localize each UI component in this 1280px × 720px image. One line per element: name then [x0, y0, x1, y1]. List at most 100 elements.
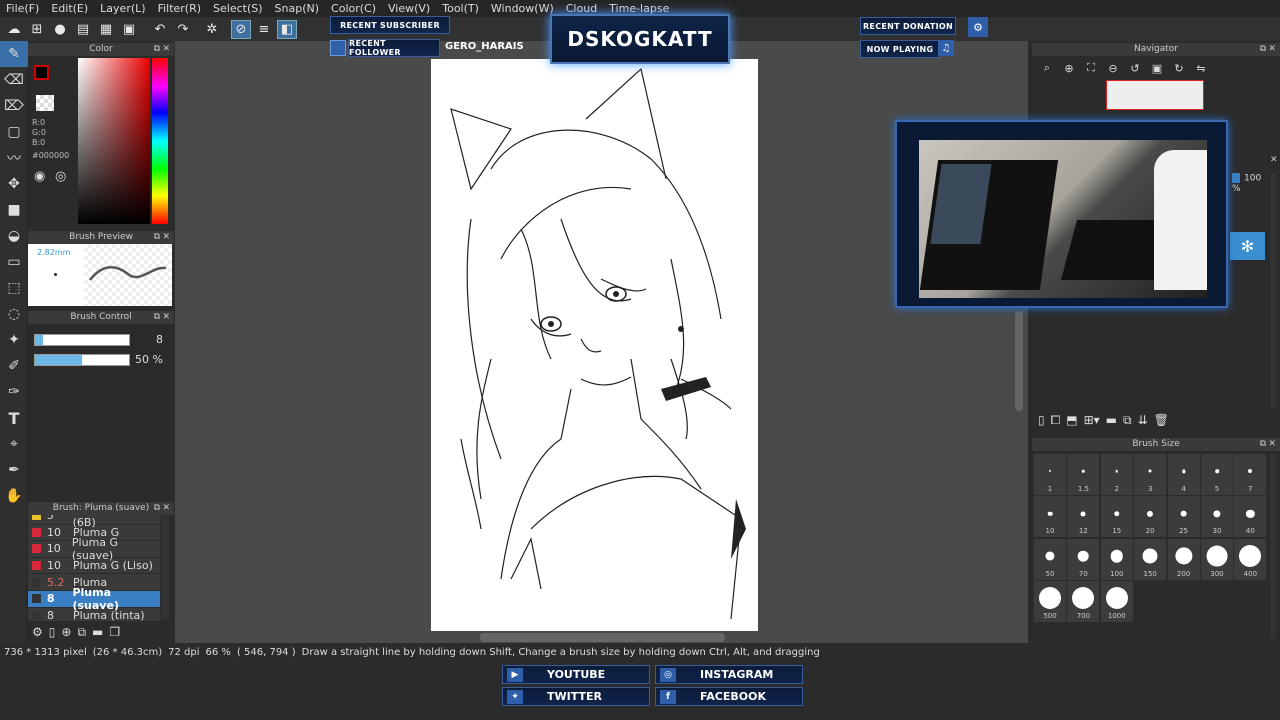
gear-icon[interactable]: ⚙ — [32, 625, 43, 639]
brush-size-cell[interactable]: 2 — [1100, 454, 1133, 495]
undo-icon[interactable]: ↶ — [150, 20, 170, 39]
float-icon[interactable]: ⧉ — [1260, 43, 1266, 56]
pen-tool-icon[interactable]: ✎ — [0, 41, 28, 67]
add-brush-icon[interactable]: ⊕ — [61, 625, 71, 639]
menu-file[interactable]: File(F) — [0, 2, 45, 15]
close-icon[interactable]: ✕ — [1270, 155, 1278, 165]
fit-icon[interactable]: ⛶ — [1082, 59, 1100, 77]
rectangle-tool-icon[interactable]: ▢ — [0, 119, 28, 145]
brush-size-cell[interactable]: 1 — [1034, 454, 1066, 495]
move-tool-icon[interactable]: ✥ — [0, 171, 28, 197]
brush-size-cell[interactable]: 20 — [1134, 496, 1167, 538]
lasso-icon[interactable]: ◌ — [0, 301, 28, 327]
brush-size-cell[interactable]: 150 — [1134, 538, 1167, 580]
list-item[interactable]: 5Portaminas (6B) — [28, 515, 160, 529]
grid-icon[interactable]: ▦ — [96, 20, 116, 39]
layer-gear-icon[interactable]: ✻ — [1230, 232, 1265, 260]
zoom-out-icon[interactable]: ⊖ — [1104, 59, 1122, 77]
snap-off-icon[interactable]: ⊘ — [231, 19, 251, 39]
horizontal-scrollbar[interactable] — [480, 633, 725, 642]
eyedropper-icon[interactable]: ✒ — [0, 457, 28, 483]
list-item[interactable]: 10 Pluma G (Liso) — [28, 557, 160, 575]
close-icon[interactable]: ✕ — [162, 231, 170, 244]
saturation-value-picker[interactable] — [78, 58, 150, 224]
brush-size-slider[interactable] — [34, 334, 130, 346]
brush-size-cell[interactable]: 1.5 — [1067, 454, 1100, 495]
brush-opacity-slider[interactable] — [34, 354, 130, 366]
float-icon[interactable]: ⧉ — [154, 231, 160, 244]
brush-size-cell[interactable]: 300 — [1200, 538, 1233, 580]
layer-opacity[interactable]: 100 % — [1232, 173, 1272, 194]
zoom-in-icon[interactable]: ⊕ — [1060, 59, 1078, 77]
dot-eraser-icon[interactable]: ⌦ — [0, 93, 28, 119]
menu-select[interactable]: Select(S) — [207, 2, 269, 15]
hue-slider[interactable] — [152, 58, 168, 224]
float-icon[interactable]: ⧉ — [154, 43, 160, 56]
brush-size-cell[interactable]: 5 — [1200, 454, 1233, 495]
select-eraser-icon[interactable]: ✑ — [0, 379, 28, 405]
brush-size-cell[interactable]: 10 — [1034, 496, 1066, 538]
palette-edit-icon[interactable]: ◎ — [55, 169, 66, 184]
float-icon[interactable]: ⧉ — [1260, 438, 1266, 451]
close-icon[interactable]: ✕ — [162, 502, 170, 515]
bucket-tool-icon[interactable]: ◒ — [0, 223, 28, 249]
new-layer-icon[interactable]: ▯ — [1038, 413, 1045, 427]
brush-tool-icon[interactable]: 〰 — [0, 145, 28, 171]
menu-edit[interactable]: Edit(E) — [45, 2, 94, 15]
deselect-icon[interactable]: ✲ — [202, 20, 222, 39]
float-icon[interactable]: ⧉ — [154, 502, 160, 515]
transform-icon[interactable]: ▣ — [119, 20, 139, 39]
brush-size-cell[interactable]: 1000 — [1100, 581, 1133, 623]
text-tool-icon[interactable]: T — [0, 405, 28, 431]
brush-size-cell[interactable]: 40 — [1234, 496, 1267, 538]
background-swatch[interactable] — [36, 95, 54, 111]
brush-size-cell[interactable]: 70 — [1067, 538, 1100, 580]
folder-icon[interactable]: ▬ — [1106, 413, 1117, 427]
select-rect-icon[interactable]: ⬚ — [0, 275, 28, 301]
flip-icon[interactable]: ⇋ — [1192, 59, 1210, 77]
delete-layer-icon[interactable]: 🗑 — [1154, 413, 1169, 427]
duplicate-icon[interactable]: ❐ — [109, 625, 120, 639]
brush-size-scrollbar[interactable] — [1270, 454, 1276, 639]
list-item[interactable]: 8 Pluma (tinta) — [28, 607, 160, 621]
layout-icon[interactable]: ▤ — [73, 20, 93, 39]
list-item-selected[interactable]: 8 Pluma (suave) — [28, 586, 160, 612]
select-pen-icon[interactable]: ✐ — [0, 353, 28, 379]
foreground-swatch[interactable] — [34, 65, 49, 80]
brush-size-cell[interactable]: 200 — [1167, 538, 1200, 580]
brush-size-cell[interactable]: 500 — [1034, 581, 1066, 623]
float-icon[interactable]: ⧉ — [154, 311, 160, 324]
brush-size-cell[interactable]: 100 — [1100, 538, 1133, 580]
cloud-icon[interactable]: ☁ — [4, 20, 24, 39]
zoom-icon[interactable]: ⌕ — [1038, 59, 1056, 77]
gradient-tool-icon[interactable]: ▭ — [0, 249, 28, 275]
snap-user-icon[interactable]: ◧ — [277, 19, 297, 39]
folder-icon[interactable]: ▬ — [92, 625, 103, 639]
new-layer-copy-icon[interactable]: ⧠ — [1051, 413, 1061, 428]
snap-parallel-icon[interactable]: ≡ — [254, 20, 274, 39]
palette-icon[interactable]: ◉ — [34, 169, 45, 184]
brush-size-cell[interactable]: 50 — [1034, 538, 1066, 580]
menu-snap[interactable]: Snap(N) — [269, 2, 326, 15]
brush-size-cell[interactable]: 4 — [1167, 454, 1200, 495]
rotate-left-icon[interactable]: ↺ — [1126, 59, 1144, 77]
copy-layer-icon[interactable]: ⧉ — [1123, 413, 1132, 428]
fill-rect-icon[interactable]: ■ — [0, 197, 28, 223]
drawing-canvas[interactable] — [431, 59, 758, 631]
vertical-scrollbar[interactable] — [1015, 311, 1023, 411]
close-icon[interactable]: ✕ — [162, 311, 170, 324]
menu-layer[interactable]: Layer(L) — [94, 2, 151, 15]
brush-size-cell[interactable]: 400 — [1234, 538, 1267, 580]
new-brush-icon[interactable]: ▯ — [49, 625, 56, 639]
merge-layer-icon[interactable]: ⇊ — [1138, 413, 1148, 427]
divide-tool-icon[interactable]: ⌖ — [0, 431, 28, 457]
brush-size-cell[interactable]: 12 — [1067, 496, 1100, 538]
chat-icon[interactable]: ● — [50, 20, 70, 39]
list-item[interactable]: 10 Pluma G (suave) — [28, 536, 160, 562]
brush-size-cell[interactable]: 3 — [1134, 454, 1167, 495]
brush-size-cell[interactable]: 25 — [1167, 496, 1200, 538]
brush-size-cell[interactable]: 700 — [1067, 581, 1100, 623]
layer-scrollbar[interactable] — [1270, 173, 1276, 408]
brush-size-cell[interactable]: 15 — [1100, 496, 1133, 538]
brush-size-cell[interactable]: 7 — [1234, 454, 1267, 495]
